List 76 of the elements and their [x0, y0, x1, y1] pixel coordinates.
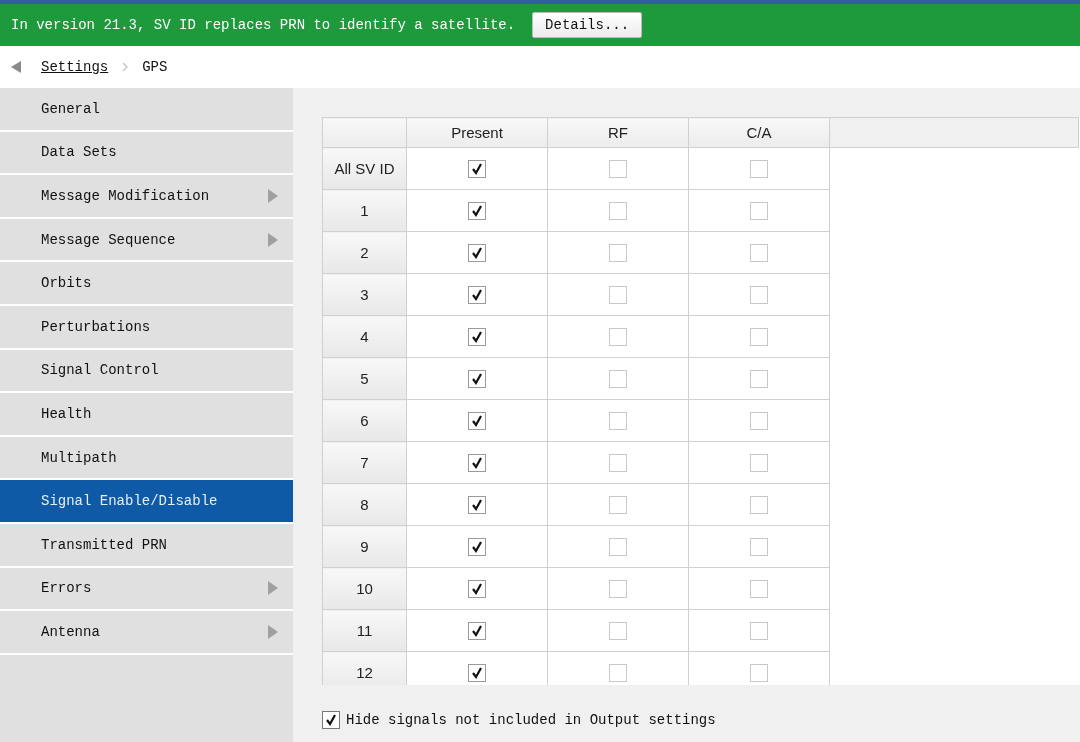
checkbox[interactable]: [750, 244, 768, 262]
checkbox[interactable]: [750, 580, 768, 598]
column-header: C/A: [688, 117, 830, 148]
checkbox[interactable]: [609, 496, 627, 514]
checkbox[interactable]: [750, 538, 768, 556]
chevron-icon: [122, 62, 129, 72]
column-header: RF: [547, 117, 689, 148]
row-header: 11: [322, 609, 407, 652]
row-header: 12: [322, 651, 407, 685]
checkbox[interactable]: [468, 244, 486, 262]
sidebar-item[interactable]: Multipath: [0, 436, 293, 479]
row-header: 7: [322, 441, 407, 484]
checkbox[interactable]: [750, 454, 768, 472]
checkbox[interactable]: [609, 580, 627, 598]
sidebar-item[interactable]: Message Modification: [0, 175, 293, 217]
checkbox[interactable]: [468, 412, 486, 430]
checkbox[interactable]: [468, 538, 486, 556]
details-button[interactable]: Details...: [532, 12, 643, 38]
checkbox[interactable]: [468, 370, 486, 388]
checkbox[interactable]: [750, 160, 768, 178]
checkbox[interactable]: [750, 328, 768, 346]
sidebar-item[interactable]: Data Sets: [0, 131, 293, 174]
checkbox[interactable]: [750, 370, 768, 388]
checkbox-label[interactable]: Hide signals not included in Output settings: [346, 712, 716, 728]
row-header: 1: [322, 189, 407, 232]
checkbox[interactable]: [609, 622, 627, 640]
checkbox[interactable]: [609, 160, 627, 178]
row-header: 6: [322, 399, 407, 442]
sidebar-item[interactable]: Message Sequence: [0, 218, 293, 261]
checkbox[interactable]: [468, 286, 486, 304]
checkbox[interactable]: [468, 664, 486, 682]
checkbox[interactable]: [750, 622, 768, 640]
checkbox[interactable]: [609, 202, 627, 220]
checkbox[interactable]: [468, 454, 486, 472]
checkbox[interactable]: [750, 664, 768, 682]
row-header: 4: [322, 315, 407, 358]
checkbox[interactable]: [609, 286, 627, 304]
sidebar-item[interactable]: Perturbations: [0, 305, 293, 348]
sidebar-item[interactable]: Health: [0, 393, 293, 435]
checkbox[interactable]: [468, 160, 486, 178]
checkbox[interactable]: [468, 328, 486, 346]
row-header: 8: [322, 483, 407, 526]
breadcrumb-current: GPS: [142, 59, 168, 75]
checkbox[interactable]: [609, 664, 627, 682]
sidebar-item[interactable]: Signal Enable/Disable: [0, 480, 293, 522]
row-header: 3: [322, 273, 407, 316]
checkbox[interactable]: [609, 412, 627, 430]
checkbox[interactable]: [468, 580, 486, 598]
checkbox[interactable]: [609, 328, 627, 346]
row-header: All SV ID: [322, 147, 407, 190]
sidebar-item[interactable]: Transmitted PRN: [0, 523, 293, 566]
row-header: 5: [322, 357, 407, 400]
checkbox[interactable]: [468, 202, 486, 220]
checkbox[interactable]: [750, 496, 768, 514]
breadcrumb-link[interactable]: Settings: [41, 59, 109, 75]
row-header: 2: [322, 231, 407, 274]
back-icon[interactable]: [11, 61, 21, 73]
checkbox[interactable]: [750, 412, 768, 430]
checkbox[interactable]: [468, 622, 486, 640]
checkbox[interactable]: [609, 538, 627, 556]
checkbox[interactable]: [609, 244, 627, 262]
checkbox[interactable]: [750, 202, 768, 220]
sidebar-item[interactable]: Signal Control: [0, 349, 293, 392]
sidebar-item[interactable]: General: [0, 88, 293, 130]
column-header: Present: [406, 117, 548, 148]
row-header: 9: [322, 525, 407, 568]
row-header: 10: [322, 567, 407, 610]
sidebar-item[interactable]: Errors: [0, 567, 293, 610]
checkbox[interactable]: [609, 454, 627, 472]
sidebar-item[interactable]: Orbits: [0, 262, 293, 304]
checkbox[interactable]: [468, 496, 486, 514]
checkbox[interactable]: [609, 370, 627, 388]
checkbox[interactable]: [322, 711, 340, 729]
banner-message: In version 21.3, SV ID replaces PRN to identify a satellite.: [11, 17, 516, 33]
sidebar-item[interactable]: Antenna: [0, 611, 293, 653]
checkbox[interactable]: [750, 286, 768, 304]
